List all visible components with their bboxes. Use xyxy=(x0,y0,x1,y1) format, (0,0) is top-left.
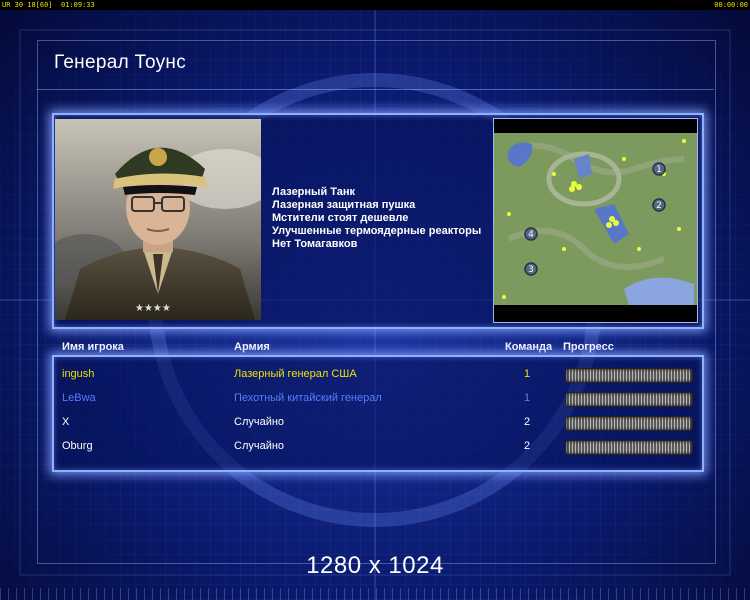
feature-item: Лазерный Танк xyxy=(272,186,355,198)
feature-item: Мстители стоят дешевле xyxy=(272,212,409,224)
loading-progress-bar xyxy=(565,392,693,407)
fps-readout: UR 30 18[60] 01:09:33 xyxy=(2,1,95,9)
player-army: Случайно xyxy=(234,440,285,452)
svg-text:★★★★: ★★★★ xyxy=(135,303,171,314)
resolution-caption: 1280 x 1024 xyxy=(306,552,444,579)
general-portrait: ★★★★ xyxy=(55,119,261,320)
loading-progress-bar xyxy=(565,368,693,383)
start-marker-1: 1 xyxy=(656,165,662,175)
player-name: ingush xyxy=(62,368,95,380)
player-army: Лазерный генерал США xyxy=(234,368,357,380)
general-features-list: Лазерный Танк Лазерная защитная пушка Мс… xyxy=(272,186,481,251)
player-row: LeBwa Пехотный китайский генерал 1 xyxy=(54,387,698,411)
player-name: LeBwa xyxy=(62,392,96,404)
bottom-grid-strip xyxy=(0,588,750,600)
column-header-army: Армия xyxy=(234,341,270,353)
player-row: Oburg Случайно 2 xyxy=(54,435,698,459)
player-name: Oburg xyxy=(62,440,93,452)
player-team: 2 xyxy=(524,440,531,452)
feature-item: Нет Томагавков xyxy=(272,238,358,250)
title-divider xyxy=(37,89,714,90)
column-header-player: Имя игрока xyxy=(62,341,124,353)
column-header-team: Команда xyxy=(505,341,553,353)
player-team: 1 xyxy=(524,392,531,404)
loading-progress-bar xyxy=(565,440,693,455)
player-row: X Случайно 2 xyxy=(54,411,698,435)
loading-progress-bar xyxy=(565,416,693,431)
start-marker-2: 2 xyxy=(656,201,662,211)
timer-readout: 00:00:00 xyxy=(714,1,748,9)
feature-item: Улучшенные термоядерные реакторы xyxy=(272,225,482,237)
start-marker-3: 3 xyxy=(528,265,534,275)
start-marker-4: 4 xyxy=(528,230,534,240)
player-team: 2 xyxy=(524,416,531,428)
player-army: Случайно xyxy=(234,416,285,428)
general-title: Генерал Тоунс xyxy=(54,52,187,73)
feature-item: Лазерная защитная пушка xyxy=(272,199,416,211)
column-header-progress: Прогресс xyxy=(563,341,614,353)
player-army: Пехотный китайский генерал xyxy=(234,392,382,404)
map-preview: 1 2 3 4 xyxy=(493,118,698,323)
player-row: ingush Лазерный генерал США 1 xyxy=(54,363,698,387)
player-name: X xyxy=(62,416,70,428)
debug-hud-bar: UR 30 18[60] 01:09:33 00:00:00 xyxy=(0,0,750,10)
player-team: 1 xyxy=(524,368,531,380)
